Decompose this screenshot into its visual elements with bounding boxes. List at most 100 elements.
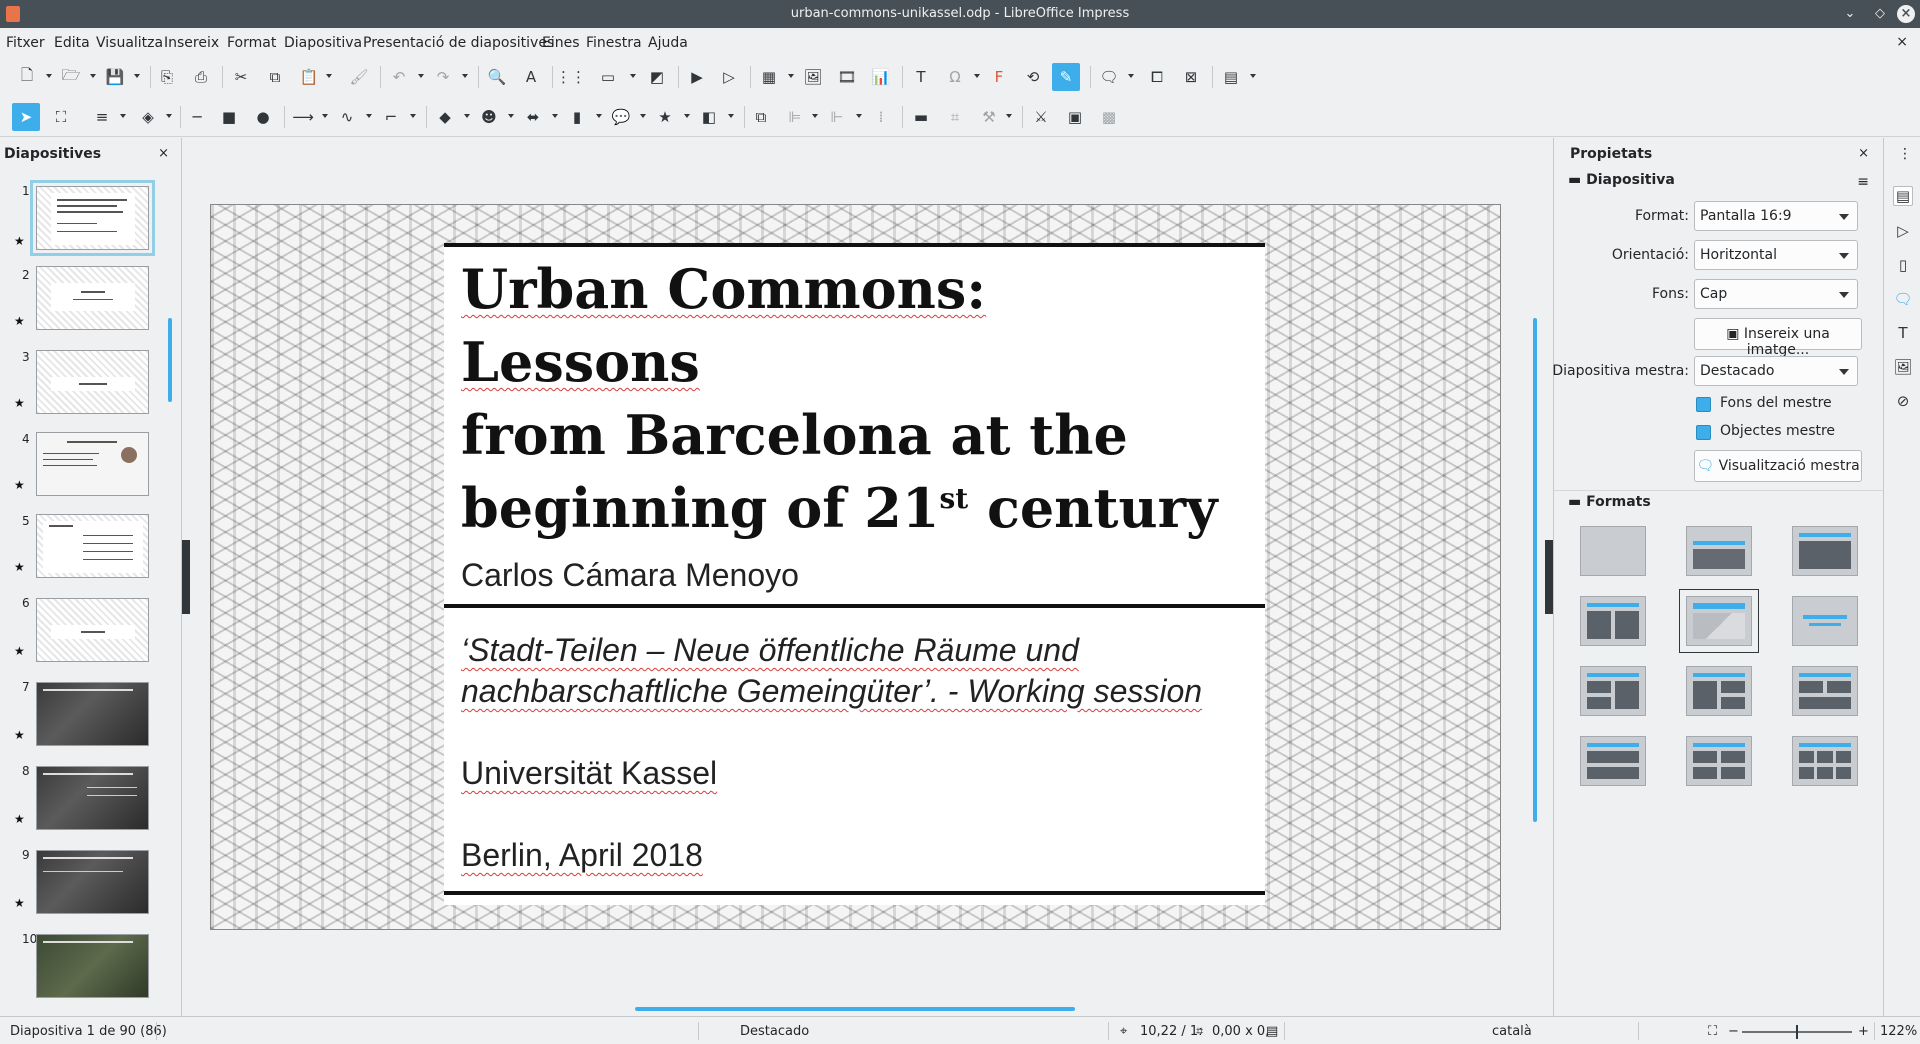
- callouts-icon[interactable]: 💬: [610, 106, 632, 128]
- connector-icon[interactable]: ⌐: [380, 106, 402, 128]
- start-current-slide-icon[interactable]: ▷: [718, 66, 740, 88]
- gallery-deck-icon[interactable]: 🖼: [1893, 358, 1913, 378]
- slide-layout-icon[interactable]: ▤: [1220, 66, 1242, 88]
- background-select[interactable]: Cap: [1694, 279, 1858, 309]
- chart-icon[interactable]: 📊: [870, 66, 892, 88]
- master-slide-icon[interactable]: ◩: [646, 66, 668, 88]
- slide-section-header[interactable]: ▬ Diapositiva: [1568, 172, 1675, 188]
- export-pdf-icon[interactable]: ⎘: [156, 66, 178, 88]
- slide-thumbnail-5[interactable]: [36, 514, 149, 578]
- 3d-objects-icon[interactable]: ◧: [698, 106, 720, 128]
- master-view-button[interactable]: 🗨 Visualització mestra: [1694, 450, 1862, 482]
- section-menu-icon[interactable]: ≡: [1857, 174, 1869, 190]
- zoom-slider-knob[interactable]: [1796, 1025, 1798, 1039]
- delete-slide-icon[interactable]: ⊠: [1180, 66, 1202, 88]
- slide-canvas[interactable]: Urban Commons: Lessons from Barcelona at…: [210, 204, 1501, 930]
- layout-title-slide-selected[interactable]: [1679, 589, 1759, 653]
- university-name[interactable]: Universität Kassel: [461, 755, 717, 792]
- layout-title-2-content-and-content[interactable]: [1686, 666, 1752, 716]
- master-objects-checkbox[interactable]: [1696, 425, 1711, 440]
- zoom-pan-icon[interactable]: ⛶: [50, 106, 72, 128]
- zoom-level[interactable]: 122%: [1880, 1024, 1917, 1039]
- layout-title-2-content[interactable]: [1580, 596, 1646, 646]
- text-language[interactable]: català: [1492, 1024, 1532, 1039]
- master-page-name[interactable]: Destacado: [740, 1024, 809, 1039]
- properties-deck-icon[interactable]: ▤: [1893, 186, 1913, 206]
- line-color-icon[interactable]: ≡: [88, 106, 116, 128]
- styles-deck-icon[interactable]: T: [1893, 324, 1913, 344]
- slide-thumbnail-6[interactable]: [36, 598, 149, 662]
- hyperlink-icon[interactable]: ⟲: [1022, 66, 1044, 88]
- layout-title-only[interactable]: [1686, 526, 1752, 576]
- line-arrow-icon[interactable]: ⟶: [292, 106, 314, 128]
- media-icon[interactable]: 🎞: [836, 66, 858, 88]
- align-objects-icon[interactable]: ⊫: [784, 106, 806, 128]
- menu-insert[interactable]: Insereix: [164, 35, 219, 51]
- transformations-icon[interactable]: ⧉: [750, 106, 772, 128]
- orientation-select[interactable]: Horitzontal: [1694, 240, 1858, 270]
- slide-thumbnail-2[interactable]: [36, 266, 149, 330]
- slide-thumbnail-3[interactable]: [36, 350, 149, 414]
- slide-thumbnail-10[interactable]: [36, 934, 149, 998]
- zoom-in-icon[interactable]: +: [1858, 1024, 1869, 1039]
- close-document-icon[interactable]: ×: [1896, 34, 1908, 50]
- insert-image-button[interactable]: ▣ Insereix una imatge...: [1694, 318, 1862, 358]
- fontwork-icon[interactable]: F: [988, 66, 1010, 88]
- layout-title-content-2[interactable]: [1580, 666, 1646, 716]
- author-name[interactable]: Carlos Cámara Menoyo: [461, 557, 799, 594]
- points-icon[interactable]: ▣: [1064, 106, 1086, 128]
- grid-icon[interactable]: ⋮⋮: [556, 66, 586, 88]
- menu-format[interactable]: Format: [227, 35, 276, 51]
- cut-icon[interactable]: ✂: [230, 66, 252, 88]
- symbol-shapes-icon[interactable]: ☻: [478, 106, 500, 128]
- paste-icon[interactable]: 📋: [298, 66, 320, 88]
- block-arrows-icon[interactable]: ⬌: [522, 106, 544, 128]
- image-icon[interactable]: 🖼: [802, 66, 824, 88]
- layout-title-content-over-content[interactable]: [1792, 666, 1858, 716]
- layout-blank[interactable]: [1580, 526, 1646, 576]
- flowchart-icon[interactable]: ▮: [566, 106, 588, 128]
- layout-title-2-rows[interactable]: [1580, 736, 1646, 786]
- undo-icon[interactable]: ↶: [388, 66, 410, 88]
- open-icon[interactable]: 🗁: [60, 66, 82, 88]
- event-title-line-1[interactable]: ‘Stadt-Teilen – Neue öffentliche Räume u…: [461, 632, 1079, 669]
- slides-pane-scrollbar[interactable]: [168, 318, 172, 402]
- fit-slide-icon[interactable]: ⛶: [1708, 1024, 1717, 1039]
- master-slides-deck-icon[interactable]: 🗨: [1893, 290, 1913, 310]
- animation-deck-icon[interactable]: ▯: [1893, 256, 1913, 276]
- horizontal-scrollbar[interactable]: [635, 1007, 1075, 1011]
- basic-shapes-icon[interactable]: ◆: [434, 106, 456, 128]
- slide-thumbnail-8[interactable]: [36, 766, 149, 830]
- clone-formatting-icon[interactable]: 🖌: [348, 66, 370, 88]
- menu-file[interactable]: Fitxer: [6, 35, 45, 51]
- sidebar-collapse-handle[interactable]: [1545, 540, 1553, 614]
- select-arrow-icon[interactable]: ➤: [12, 103, 40, 131]
- redo-icon[interactable]: ↷: [432, 66, 454, 88]
- toggle-extrusion-icon[interactable]: ⚔: [1030, 106, 1052, 128]
- copy-icon[interactable]: ⧉: [264, 66, 286, 88]
- minimize-icon[interactable]: ⌄: [1840, 4, 1860, 24]
- slide-transition-deck-icon[interactable]: ▷: [1893, 222, 1913, 242]
- zoom-out-icon[interactable]: −: [1728, 1024, 1739, 1039]
- menu-help[interactable]: Ajuda: [648, 35, 688, 51]
- line-icon[interactable]: ─: [186, 106, 208, 128]
- close-sidebar-icon[interactable]: ×: [1858, 146, 1869, 161]
- new-document-icon[interactable]: 🗋: [16, 66, 38, 88]
- master-background-checkbox[interactable]: [1696, 397, 1711, 412]
- document-modified-icon[interactable]: ▤: [1266, 1024, 1278, 1039]
- filter-icon[interactable]: ⚒: [978, 106, 1000, 128]
- menu-slide[interactable]: Diapositiva: [284, 35, 362, 51]
- menu-slideshow[interactable]: Presentació de diapositives: [363, 35, 554, 51]
- slide-thumbnail-4[interactable]: [36, 432, 149, 496]
- fill-color-icon[interactable]: ◈: [134, 106, 162, 128]
- menu-view[interactable]: Visualitza: [96, 35, 163, 51]
- layouts-section-header[interactable]: ▬ Formats: [1568, 494, 1651, 510]
- arrange-icon[interactable]: ⊩: [826, 106, 848, 128]
- place-date[interactable]: Berlin, April 2018: [461, 837, 703, 874]
- master-slide-select[interactable]: Destacado: [1694, 356, 1858, 386]
- close-window-icon[interactable]: ×: [1897, 5, 1915, 23]
- format-select[interactable]: Pantalla 16:9: [1694, 201, 1858, 231]
- slide-thumbnail-1[interactable]: [30, 180, 155, 256]
- menu-edit[interactable]: Edita: [54, 35, 90, 51]
- keep-above-icon[interactable]: ◇: [1870, 4, 1890, 24]
